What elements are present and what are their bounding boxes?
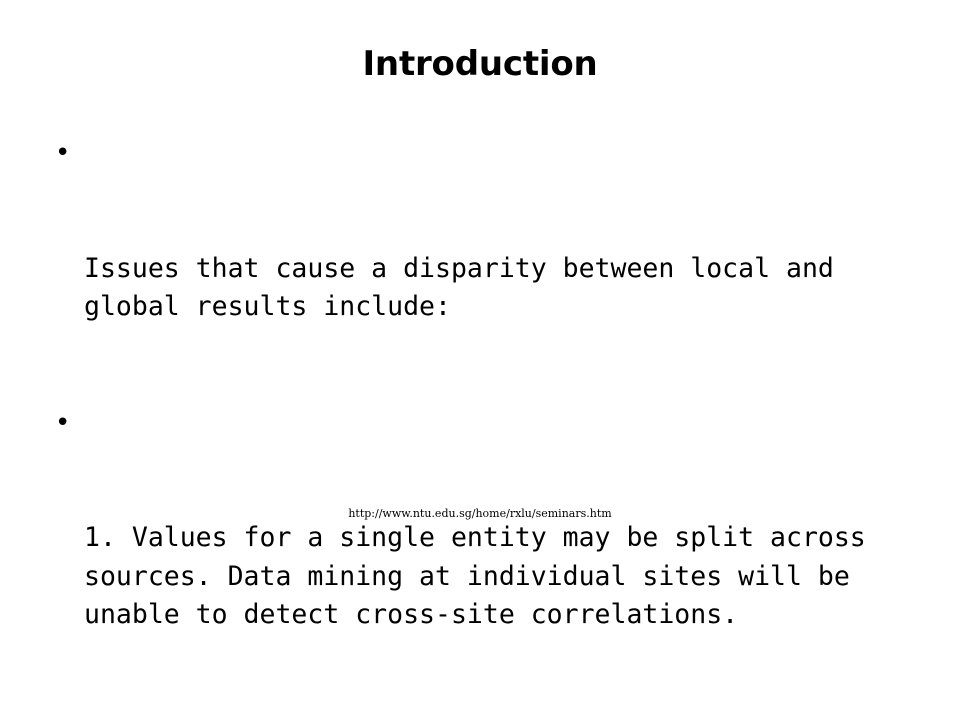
footer-source-url: http://www.ntu.edu.sg/home/rxlu/seminars… <box>348 507 612 520</box>
presentation-slide: Introduction • Issues that cause a dispa… <box>0 0 960 630</box>
bullet-dot-icon: • <box>55 407 71 438</box>
list-item-text: 1. Values for a single entity may be spl… <box>84 522 882 630</box>
page-title: Introduction <box>362 44 598 84</box>
list-item: • Issues that cause a disparity between … <box>40 134 920 404</box>
slide-body-content: • Issues that cause a disparity between … <box>40 134 920 712</box>
bullet-dot-icon: • <box>55 138 71 168</box>
list-item-text: Issues that cause a disparity between lo… <box>84 252 850 323</box>
list-item: • 1. Values for a single entity may be s… <box>40 404 920 712</box>
